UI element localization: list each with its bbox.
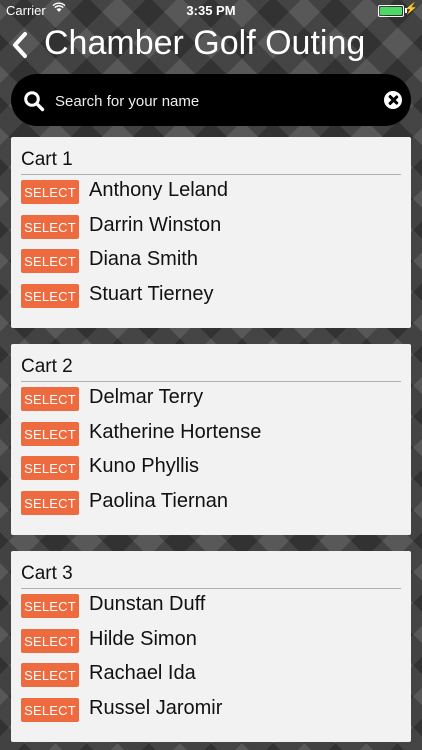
- chevron-left-icon[interactable]: [8, 26, 32, 62]
- cart-divider: [21, 381, 401, 382]
- select-golfer-button[interactable]: SELECT: [21, 698, 79, 722]
- golfer-row: SELECT Kuno Phyllis: [21, 455, 401, 481]
- nav-header: Chamber Golf Outing: [0, 22, 422, 70]
- golfer-name: Dunstan Duff: [89, 593, 206, 615]
- select-golfer-button[interactable]: SELECT: [21, 594, 79, 618]
- select-golfer-button[interactable]: SELECT: [21, 284, 79, 308]
- search-input[interactable]: [53, 88, 377, 114]
- golfer-row: SELECT Stuart Tierney: [21, 283, 401, 309]
- cart-divider: [21, 174, 401, 175]
- select-golfer-button[interactable]: SELECT: [21, 387, 79, 411]
- select-golfer-button[interactable]: SELECT: [21, 180, 79, 204]
- golfer-row: SELECT Rachael Ida: [21, 662, 401, 688]
- golfer-name: Darrin Winston: [89, 214, 222, 236]
- select-golfer-button[interactable]: SELECT: [21, 422, 79, 446]
- status-time: 3:35 PM: [186, 3, 236, 18]
- golfer-name: Kuno Phyllis: [89, 455, 200, 477]
- golfer-row: SELECT Darrin Winston: [21, 214, 401, 240]
- clear-search-icon[interactable]: [384, 91, 402, 109]
- cart-card: Cart 1 SELECT Anthony Leland SELECT Darrin W…: [11, 137, 411, 328]
- golfer-name: Stuart Tierney: [89, 283, 214, 305]
- select-golfer-button[interactable]: SELECT: [21, 491, 79, 515]
- cart-title: Cart 1: [21, 149, 73, 170]
- charging-icon: ⚡: [404, 3, 418, 15]
- search-bar: [11, 74, 411, 126]
- golfer-row: SELECT Katherine Hortense: [21, 421, 401, 447]
- cart-title: Cart 2: [21, 356, 73, 377]
- golfer-row: SELECT Anthony Leland: [21, 179, 401, 205]
- select-golfer-button[interactable]: SELECT: [21, 215, 79, 239]
- page-title: Chamber Golf Outing: [44, 24, 366, 62]
- golfer-row: SELECT Dunstan Duff: [21, 593, 401, 619]
- golfer-name: Diana Smith: [89, 248, 198, 270]
- golfer-name: Russel Jaromir: [89, 697, 223, 719]
- golfer-row: SELECT Russel Jaromir: [21, 697, 401, 723]
- golfer-name: Delmar Terry: [89, 386, 204, 408]
- select-golfer-button[interactable]: SELECT: [21, 663, 79, 687]
- cart-card: Cart 2 SELECT Delmar Terry SELECT Katherine …: [11, 344, 411, 535]
- cart-title: Cart 3: [21, 563, 73, 584]
- golfer-row: SELECT Diana Smith: [21, 248, 401, 274]
- select-golfer-button[interactable]: SELECT: [21, 249, 79, 273]
- golfer-name: Rachael Ida: [89, 662, 196, 684]
- battery-icon: [378, 5, 404, 17]
- golfer-name: Anthony Leland: [89, 179, 229, 201]
- cart-card: Cart 3 SELECT Dunstan Duff SELECT Hilde Simo…: [11, 551, 411, 742]
- cart-divider: [21, 588, 401, 589]
- search-icon: [23, 90, 45, 117]
- golfer-row: SELECT Paolina Tiernan: [21, 490, 401, 516]
- golfer-row: SELECT Hilde Simon: [21, 628, 401, 654]
- golfer-row: SELECT Delmar Terry: [21, 386, 401, 412]
- golfer-name: Hilde Simon: [89, 628, 197, 650]
- select-golfer-button[interactable]: SELECT: [21, 629, 79, 653]
- select-golfer-button[interactable]: SELECT: [21, 456, 79, 480]
- golfer-name: Katherine Hortense: [89, 421, 262, 443]
- golfer-name: Paolina Tiernan: [89, 490, 228, 512]
- status-bar: Carrier 3:35 PM ⚡: [0, 0, 422, 20]
